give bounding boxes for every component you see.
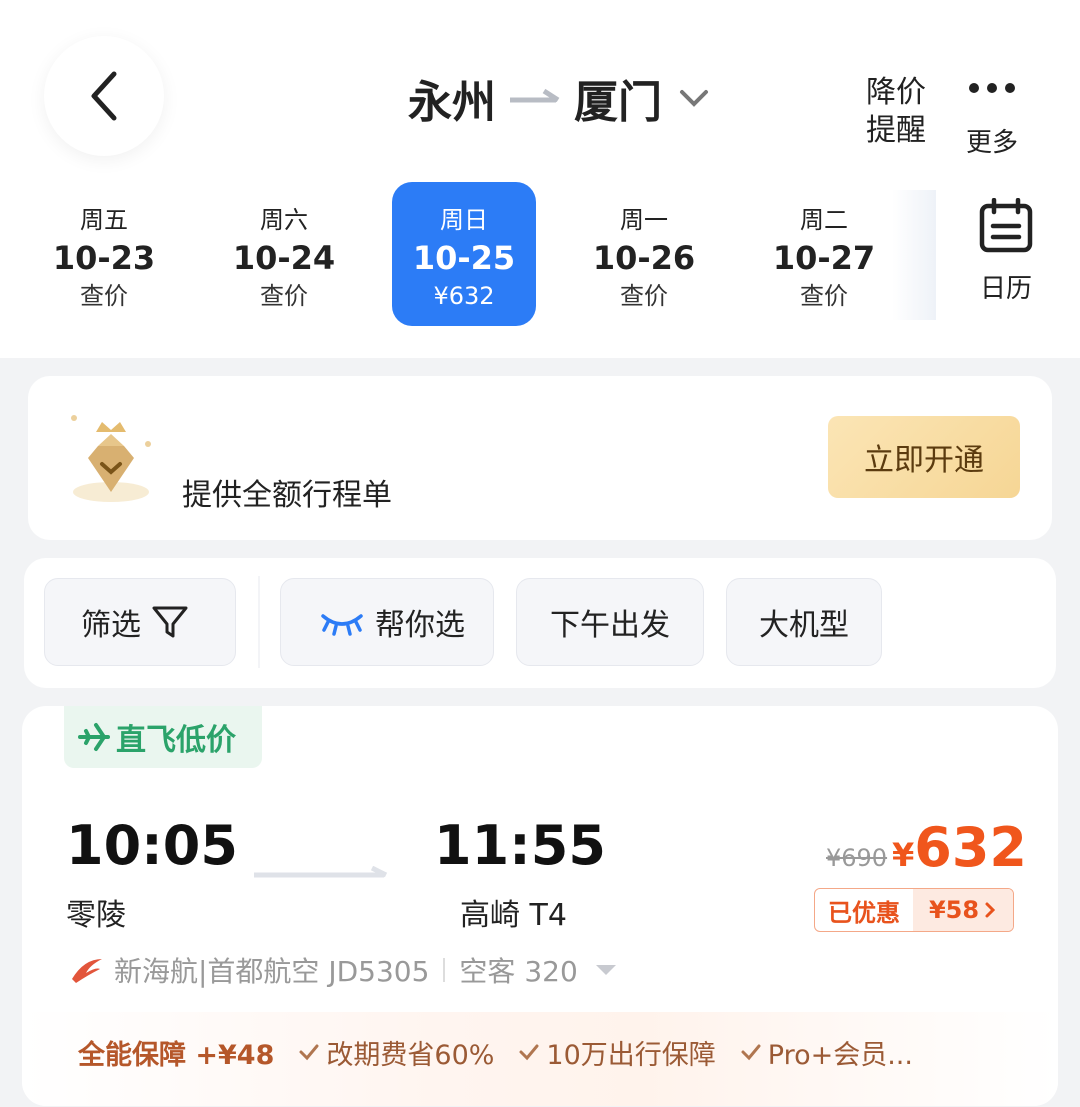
filter-button[interactable]: 筛选 <box>44 578 236 666</box>
date-value: 10-23 <box>52 239 156 277</box>
benefit-text: Pro+会员... <box>767 1039 913 1071</box>
date-item[interactable]: 周五 10-23 查价 <box>32 182 176 326</box>
benefit-item: 改期费省60% <box>298 1033 494 1072</box>
crown-badge-icon <box>71 415 151 502</box>
benefit-text: 改期费省60% <box>326 1039 495 1071</box>
filter-funnel-icon <box>152 606 188 638</box>
discount-badge[interactable]: 已优惠 ¥58 <box>814 888 1014 932</box>
benefits-list[interactable]: 全能保障 +¥48 改期费省60% 10万出行保障 Pro+会员... <box>78 1032 937 1072</box>
aircraft-type: 空客 320 <box>459 955 578 988</box>
discount-label: 已优惠 <box>828 898 900 927</box>
calendar-button[interactable]: 日历 <box>968 197 1044 305</box>
original-price: ¥690 <box>826 844 888 872</box>
large-aircraft-chip[interactable]: 大机型 <box>726 578 882 666</box>
filter-label: 筛选 <box>81 608 141 643</box>
checkmark-icon <box>519 1044 539 1061</box>
price-alert-line2: 提醒 <box>866 113 926 148</box>
checkmark-icon <box>299 1044 319 1061</box>
calendar-icon <box>979 197 1033 253</box>
more-dots-icon <box>960 78 1024 98</box>
date-value: 10-24 <box>232 239 336 277</box>
route-arrow-icon <box>510 88 560 103</box>
afternoon-departure-chip[interactable]: 下午出发 <box>516 578 704 666</box>
date-item[interactable]: 周二 10-27 查价 <box>752 182 896 326</box>
date-weekday: 周二 <box>800 206 848 234</box>
airline-info: 新海航|首都航空 JD5305 空客 320 <box>68 950 630 990</box>
promo-text: 提供全额行程单 <box>182 478 392 513</box>
current-price: ¥ 632 <box>892 816 1027 879</box>
arrival-time: 11:55 <box>434 814 606 877</box>
checkmark-icon <box>741 1044 761 1061</box>
benefit-text: 10万出行保障 <box>546 1039 716 1071</box>
date-value: 10-26 <box>592 239 696 277</box>
arrival-airport: 高崎 T4 <box>460 898 567 933</box>
help-choose-label: 帮你选 <box>375 608 465 643</box>
calendar-label: 日历 <box>979 274 1032 304</box>
chevron-down-icon <box>680 90 708 107</box>
plane-icon <box>78 723 110 751</box>
chevron-right-icon <box>985 902 996 918</box>
all-round-protection: 全能保障 +¥48 <box>78 1039 275 1071</box>
discount-amount: ¥58 <box>928 896 980 924</box>
afternoon-label: 下午出发 <box>550 608 670 643</box>
divider <box>258 576 260 668</box>
date-selector: 周五 10-23 查价 周六 10-24 查价 周日 10-25 ¥632 周一… <box>14 182 934 326</box>
top-header: 永州 厦门 降价 提醒 更多 周五 10-23 查价 周六 10-24 查价 周… <box>0 0 1080 358</box>
date-item[interactable]: 周一 10-26 查价 <box>572 182 716 326</box>
date-weekday: 周五 <box>80 206 128 234</box>
route-selector[interactable]: 永州 厦门 <box>408 62 714 134</box>
date-item[interactable]: 周六 10-24 查价 <box>212 182 356 326</box>
date-value: 10-27 <box>772 239 876 277</box>
divider <box>443 958 446 982</box>
direct-low-price-tag: 直飞低价 <box>64 706 262 768</box>
route-line-icon <box>254 866 388 878</box>
date-price: ¥632 <box>433 282 495 310</box>
help-choose-chip[interactable]: 帮你选 <box>280 578 494 666</box>
airline-logo-icon <box>72 959 102 983</box>
tag-label: 直飞低价 <box>116 723 236 758</box>
large-aircraft-label: 大机型 <box>759 608 849 643</box>
discount-amount-group: ¥58 <box>913 889 1013 931</box>
more-label: 更多 <box>965 128 1018 158</box>
promo-banner: 提供全额行程单 立即开通 <box>28 376 1052 540</box>
price-currency: ¥ <box>892 836 915 874</box>
date-price: 查价 <box>620 282 668 310</box>
price-alert-line1: 降价 <box>866 75 926 110</box>
date-price: 查价 <box>800 282 848 310</box>
benefit-item: Pro+会员... <box>740 1033 913 1072</box>
airline-flight-number: 新海航|首都航空 JD5305 <box>114 955 430 988</box>
departure-airport: 零陵 <box>66 898 126 933</box>
caret-down-icon <box>595 965 616 975</box>
departure-time: 10:05 <box>66 814 238 877</box>
date-scroll-fade <box>892 190 936 320</box>
date-item-selected[interactable]: 周日 10-25 ¥632 <box>392 182 536 326</box>
date-price: 查价 <box>260 282 308 310</box>
eye-lashes-icon <box>321 614 363 636</box>
filter-bar: 筛选 帮你选 下午出发 大机型 <box>24 558 1056 688</box>
flight-card[interactable]: 直飞低价 10:05 零陵 11:55 高崎 T4 ¥690 ¥ 632 已优惠… <box>22 706 1058 1106</box>
more-button[interactable]: 更多 <box>960 78 1024 159</box>
date-weekday: 周一 <box>620 206 668 234</box>
date-value: 10-25 <box>412 239 516 277</box>
activate-now-button[interactable]: 立即开通 <box>828 416 1020 498</box>
price-alert-button[interactable]: 降价 提醒 <box>858 74 934 150</box>
back-button[interactable] <box>44 36 164 156</box>
back-arrow-icon <box>91 71 117 121</box>
price-amount: 632 <box>914 816 1027 879</box>
to-city: 厦门 <box>574 77 662 128</box>
date-price: 查价 <box>80 282 128 310</box>
from-city: 永州 <box>408 77 496 128</box>
date-weekday: 周日 <box>440 206 488 234</box>
date-weekday: 周六 <box>260 206 308 234</box>
benefit-item: 10万出行保障 <box>518 1033 716 1072</box>
